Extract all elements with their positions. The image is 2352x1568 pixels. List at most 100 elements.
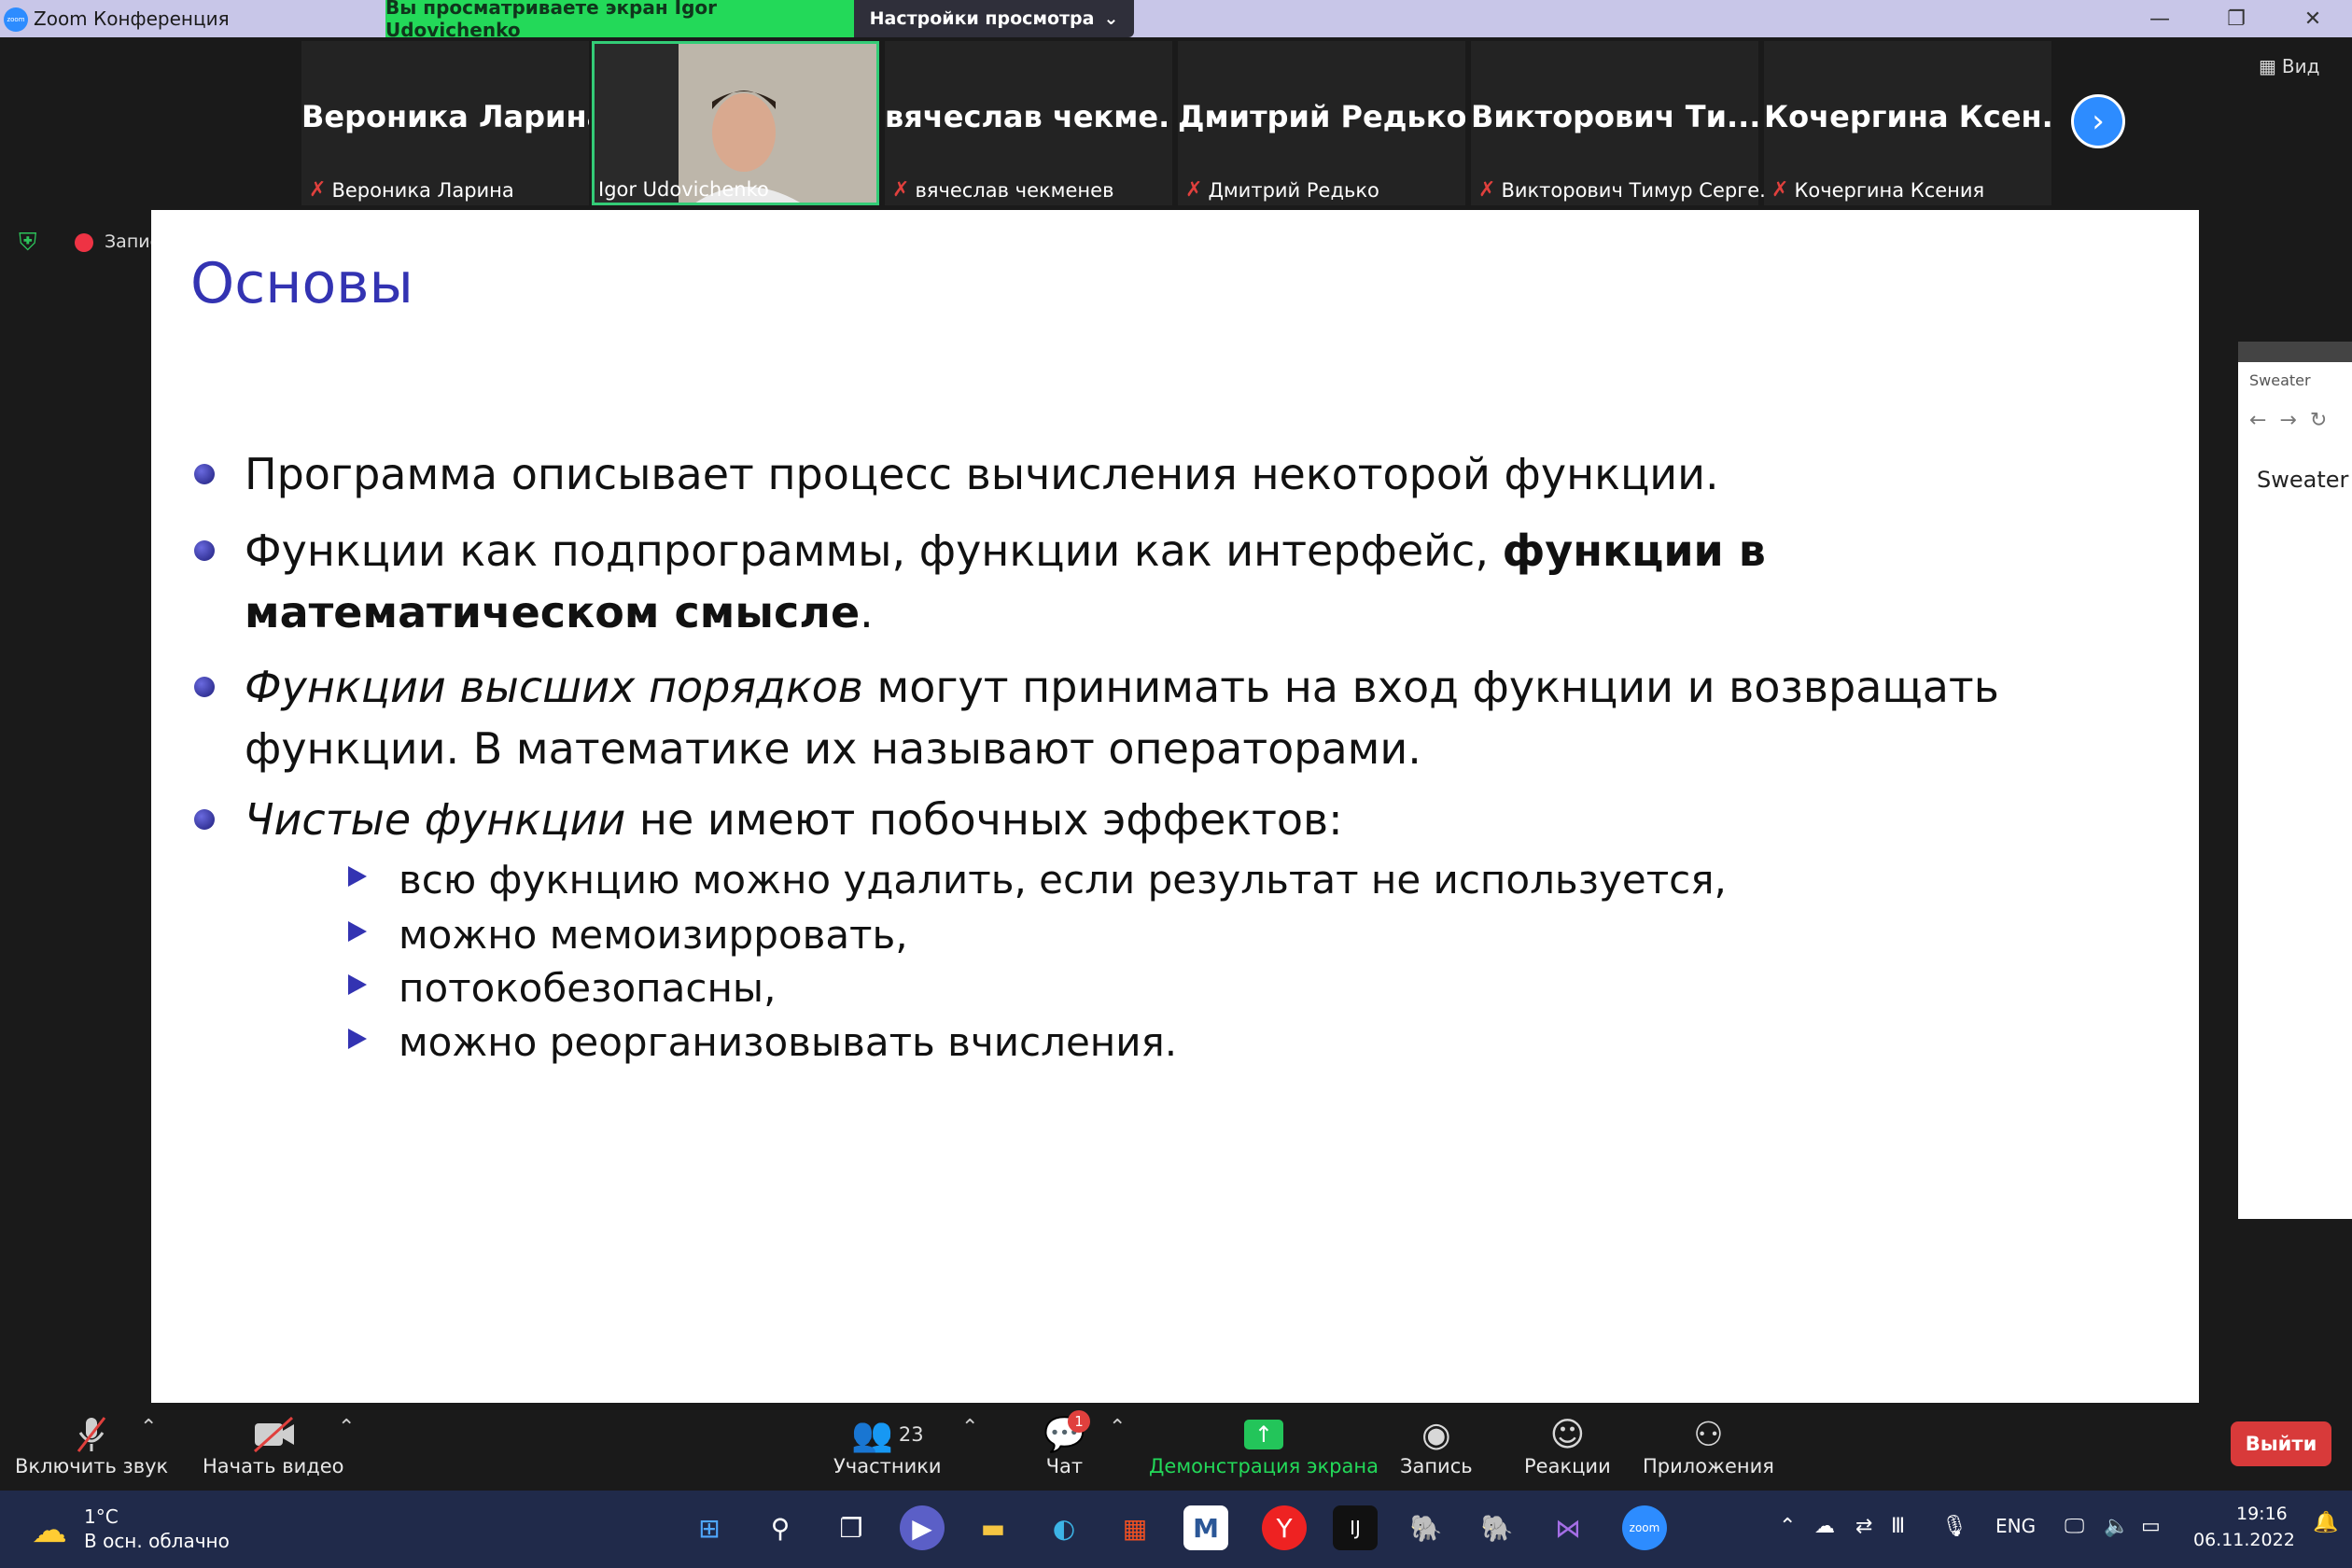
participant-tile-video[interactable]: Igor Udovichenko	[592, 41, 879, 205]
notifications-icon[interactable]: 🔔	[2313, 1511, 2338, 1534]
bullet-italic-text: Чистые функции	[245, 794, 626, 845]
intellij-icon[interactable]: IJ	[1333, 1505, 1378, 1550]
bullet-icon	[194, 464, 215, 484]
apps-label: Приложения	[1643, 1455, 1774, 1477]
start-video-button[interactable]: Начать видео	[203, 1414, 344, 1477]
subbullet-text: можно мемоизирровать,	[399, 912, 908, 958]
participant-label-text: Igor Udovichenko	[598, 178, 769, 201]
slide-subbullet: всю фукнцию можно удалить, если результа…	[348, 853, 1727, 907]
chat-button[interactable]: 💬 1 Чат	[1043, 1410, 1090, 1477]
share-screen-button[interactable]: ↑ Демонстрация экрана	[1149, 1414, 1379, 1477]
slide-bullet: Чистые функции не имеют побочных эффекто…	[194, 789, 2177, 850]
participant-label-text: Вероника Ларина	[331, 178, 514, 202]
participants-label: Участники	[833, 1455, 942, 1477]
chat-caret-icon[interactable]: ⌃	[1109, 1416, 1126, 1439]
chat-app-icon[interactable]: ▶	[900, 1505, 945, 1550]
microphone-icon[interactable]: 🎙	[1941, 1515, 1967, 1538]
share-screen-label: Демонстрация экрана	[1149, 1455, 1379, 1477]
close-button[interactable]: ✕	[2275, 0, 2350, 37]
view-button-label: Вид	[2281, 55, 2320, 77]
participant-tile[interactable]: Вероника Ларина ✗ Вероника Ларина	[301, 41, 589, 205]
apps-button[interactable]: ⚇ Приложения	[1643, 1414, 1774, 1478]
zoom-taskbar-icon[interactable]: zoom	[1622, 1505, 1667, 1550]
weather-condition[interactable]: В осн. облачно	[84, 1530, 230, 1552]
visual-studio-icon[interactable]: ⋈	[1546, 1505, 1590, 1550]
monitor-network-icon[interactable]: 🖵	[2065, 1515, 2084, 1538]
participant-label-text: Викторович Тимур Серге...	[1501, 178, 1779, 202]
slide-title: Основы	[190, 251, 413, 316]
language-indicator[interactable]: ENG	[1995, 1515, 2036, 1537]
tray-overflow-icon[interactable]: ⌃	[1779, 1515, 1796, 1538]
bullet-text: Программа описывает процесс вычисления н…	[245, 449, 1719, 499]
recording-icon[interactable]	[75, 233, 93, 252]
postgres-icon[interactable]: 🐘	[1404, 1505, 1449, 1550]
network-sync-icon[interactable]: ⇄	[1855, 1515, 1872, 1538]
chat-label: Чат	[1045, 1455, 1084, 1477]
minimize-button[interactable]: —	[2122, 0, 2197, 37]
shield-icon[interactable]: ⛨	[19, 229, 47, 257]
slide-subbullet: потокобезопасны,	[348, 961, 776, 1015]
search-icon[interactable]: ⚲	[758, 1505, 803, 1550]
audio-options-caret-icon[interactable]: ⌃	[140, 1416, 157, 1439]
muted-mic-icon: ✗	[1478, 178, 1496, 202]
clock-time[interactable]: 19:16	[2236, 1504, 2288, 1524]
yandex-browser-icon[interactable]: Y	[1262, 1505, 1307, 1550]
weather-temperature[interactable]: 1°C	[84, 1505, 119, 1528]
participant-label: ✗ вячеслав чекменев	[892, 178, 1113, 202]
browser-tab-bar	[2238, 342, 2352, 362]
bullet-text: Функции как подпрограммы, функции как ин…	[245, 525, 1503, 576]
participant-name-large: Кочергина Ксен...	[1764, 99, 2051, 134]
reactions-button[interactable]: ☺ Реакции	[1524, 1414, 1611, 1478]
task-view-icon[interactable]: ❐	[829, 1505, 874, 1550]
participants-caret-icon[interactable]: ⌃	[961, 1416, 978, 1439]
participant-label: ✗ Вероника Ларина	[309, 178, 514, 202]
participant-tile[interactable]: вячеслав чекме... ✗ вячеслав чекменев	[885, 41, 1172, 205]
subbullet-text: можно реорганизовывать вчисления.	[399, 1019, 1178, 1065]
leave-button[interactable]: Выйти	[2231, 1421, 2331, 1466]
mic-muted-icon	[73, 1414, 110, 1455]
participant-label: ✗ Кочергина Ксения	[1771, 178, 1984, 202]
file-explorer-icon[interactable]: ▬	[971, 1505, 1015, 1550]
onedrive-icon[interactable]: ☁	[1814, 1515, 1835, 1538]
participant-name-large: Вероника Ларина	[301, 99, 589, 134]
volume-icon[interactable]: 🔈	[2104, 1515, 2129, 1538]
browser-nav-icons: ←→↻	[2249, 409, 2341, 432]
meeting-toolbar: Включить звук ⌃ Начать видео ⌃ 👥 23 Участ…	[0, 1403, 2352, 1491]
start-menu-icon[interactable]: ⊞	[687, 1505, 732, 1550]
slide-subbullet: можно мемоизирровать,	[348, 908, 908, 962]
battery-icon[interactable]: ▭	[2141, 1515, 2161, 1538]
triangle-bullet-icon	[348, 866, 367, 887]
grid-icon: ▦	[2259, 55, 2276, 77]
record-button[interactable]: ◉ Запись	[1400, 1414, 1473, 1478]
bullet-italic-text: Функции высших порядков	[245, 662, 863, 712]
participants-button[interactable]: 👥 23 Участники	[833, 1414, 942, 1477]
store-icon[interactable]: ▦	[1113, 1505, 1157, 1550]
bullet-icon	[194, 677, 215, 697]
tray-app-icon[interactable]: Ⅲ	[1891, 1515, 1905, 1538]
weather-icon[interactable]: ☁	[32, 1509, 67, 1550]
bullet-icon	[194, 809, 215, 830]
camera-off-icon	[251, 1414, 296, 1455]
mail-app-icon[interactable]: M	[1183, 1505, 1228, 1550]
view-button[interactable]: ▦ Вид	[2259, 52, 2343, 80]
participant-label: Igor Udovichenko	[598, 178, 769, 201]
postgres-admin-icon[interactable]: 🐘	[1475, 1505, 1519, 1550]
view-settings-label: Настройки просмотра	[869, 8, 1095, 29]
edge-browser-icon[interactable]: ◐	[1042, 1505, 1086, 1550]
participant-label: ✗ Викторович Тимур Серге...	[1478, 178, 1778, 202]
muted-mic-icon: ✗	[1185, 178, 1203, 202]
title-bar	[0, 0, 2352, 37]
unmute-label: Включить звук	[15, 1455, 169, 1477]
participant-tile[interactable]: Кочергина Ксен... ✗ Кочергина Ксения	[1764, 41, 2051, 205]
clock-date[interactable]: 06.11.2022	[2193, 1530, 2295, 1550]
triangle-bullet-icon	[348, 1029, 367, 1049]
muted-mic-icon: ✗	[892, 178, 910, 202]
view-settings-button[interactable]: Настройки просмотра ⌄	[854, 0, 1134, 37]
participant-tile[interactable]: Викторович Ти... ✗ Викторович Тимур Серге…	[1471, 41, 1778, 205]
slide-bullet: Программа описывает процесс вычисления н…	[194, 443, 2177, 505]
video-options-caret-icon[interactable]: ⌃	[338, 1416, 355, 1439]
gallery-next-button[interactable]: ›	[2071, 94, 2125, 148]
bullet-icon	[194, 540, 215, 561]
restore-button[interactable]: ❐	[2199, 0, 2274, 37]
participant-tile[interactable]: Дмитрий Редько ✗ Дмитрий Редько	[1178, 41, 1465, 205]
